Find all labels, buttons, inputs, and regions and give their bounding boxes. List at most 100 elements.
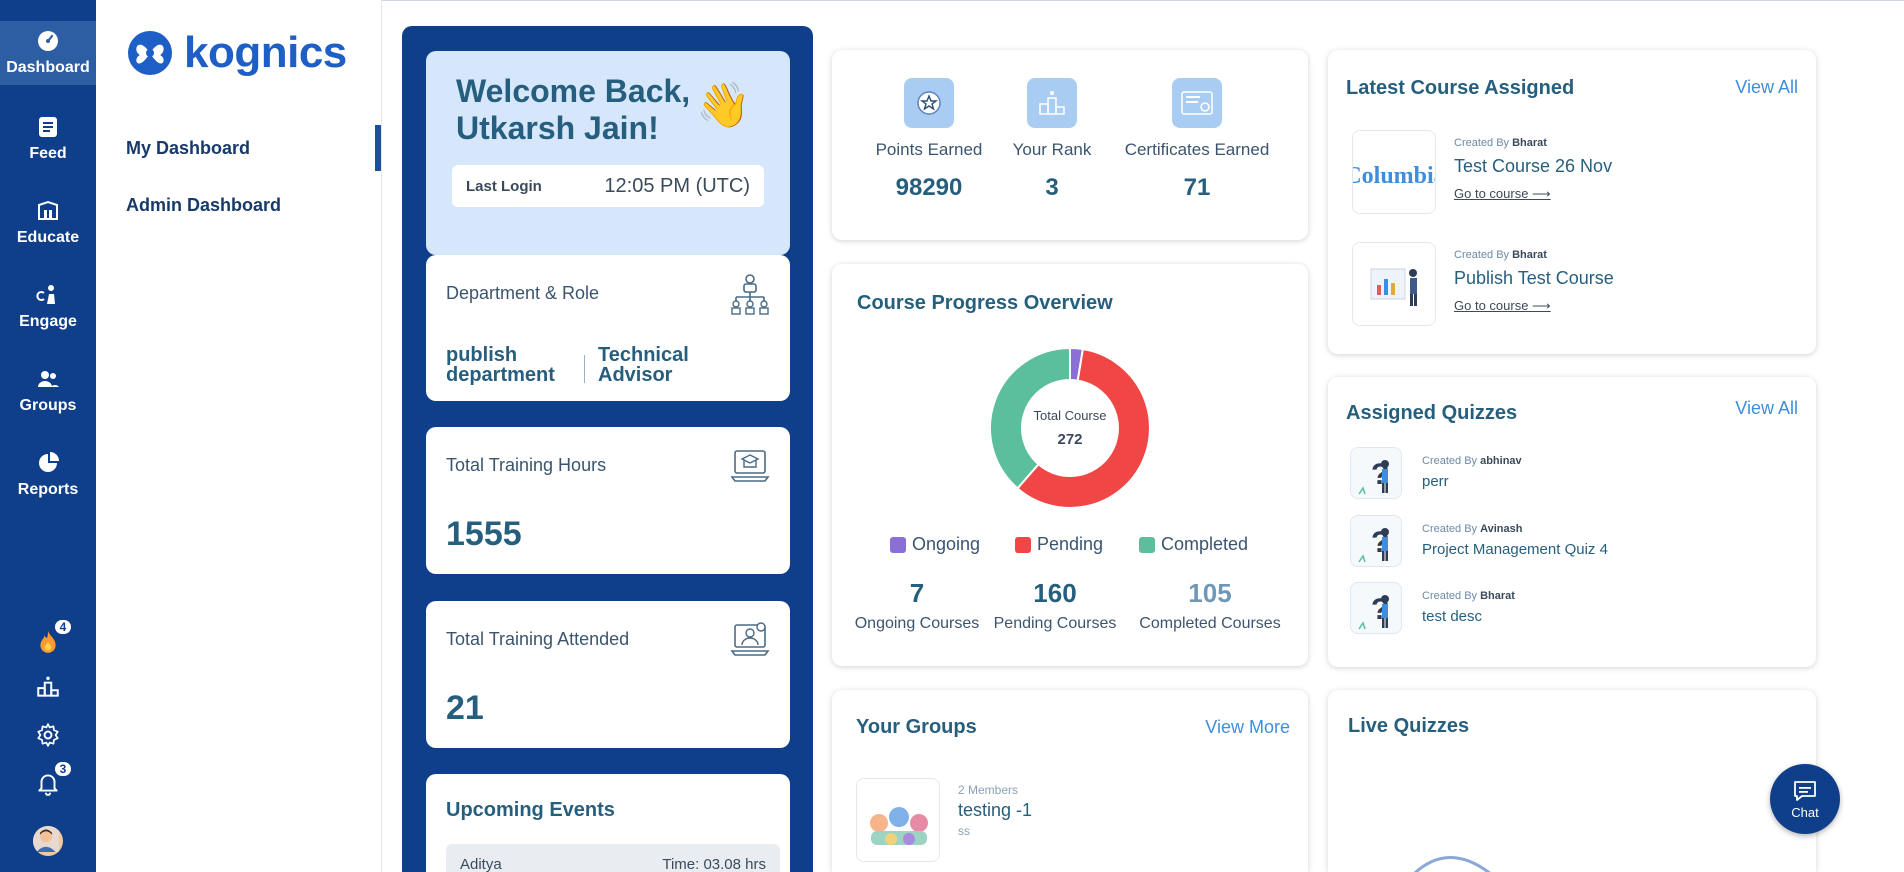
hours-value: 1555 xyxy=(446,515,522,553)
group-members: 2 Members xyxy=(958,783,1019,797)
question-person-icon: ? xyxy=(1358,458,1389,495)
count-value: 7 xyxy=(909,578,925,608)
quiz-thumbnail[interactable]: ? xyxy=(1350,582,1402,634)
active-indicator xyxy=(375,125,381,171)
creator-name: Bharat xyxy=(1512,249,1547,261)
welcome-line: Welcome Back, xyxy=(456,73,691,109)
welcome-heading: Welcome Back, Utkarsh Jain! xyxy=(456,73,696,147)
quiz-name[interactable]: test desc xyxy=(1422,608,1482,625)
count-value: 160 xyxy=(1033,578,1077,608)
chat-label: Chat xyxy=(1791,804,1819,820)
engage-icon xyxy=(36,285,55,304)
courses-view-all-link[interactable]: View All xyxy=(1735,77,1798,98)
dept-line: publish xyxy=(446,344,518,366)
subnav-admin-dashboard[interactable]: Admin Dashboard xyxy=(126,195,281,216)
department-value: publish department xyxy=(446,345,555,385)
course-thumbnail-publish[interactable] xyxy=(1352,242,1436,326)
quiz-name[interactable]: Project Management Quiz 4 xyxy=(1422,541,1608,558)
live-quizzes-title: Live Quizzes xyxy=(1348,715,1470,737)
events-title: Upcoming Events xyxy=(446,799,615,821)
legend-swatch xyxy=(1139,536,1155,553)
leaderboard-button[interactable] xyxy=(0,670,96,704)
avatar xyxy=(33,826,63,856)
legend-swatch xyxy=(890,536,906,553)
legend-completed: Completed xyxy=(1139,534,1248,555)
profile-avatar-button[interactable] xyxy=(0,824,96,858)
progress-title: Course Progress Overview xyxy=(857,292,1113,314)
latest-courses-card: Latest Course Assigned View All Columbia… xyxy=(1328,50,1816,354)
course-progress-card: Course Progress Overview Total Course 27… xyxy=(832,264,1308,666)
certificate-icon xyxy=(1172,78,1222,128)
streak-button[interactable]: 4 xyxy=(0,618,96,660)
icon-rail: Dashboard Feed Educate Engage Groups Rep… xyxy=(0,0,96,872)
rank-stat: Your Rank 3 xyxy=(992,50,1112,202)
welcome-card: Welcome Back, Utkarsh Jain! 👋 Last Login… xyxy=(426,51,790,255)
question-person-icon: ? xyxy=(1358,593,1389,630)
stat-value: 98290 xyxy=(895,174,963,201)
chat-button[interactable]: Chat xyxy=(1770,764,1840,834)
attended-title: Total Training Attended xyxy=(446,629,630,649)
stat-label: Your Rank xyxy=(1012,140,1092,159)
creator-name: Bharat xyxy=(1512,137,1547,149)
quiz-name[interactable]: perr xyxy=(1422,473,1449,490)
rail-item-educate[interactable]: Educate xyxy=(0,192,96,254)
groups-view-more-link[interactable]: View More xyxy=(1205,717,1290,738)
logo-mark-icon xyxy=(128,31,172,75)
notification-badge: 3 xyxy=(53,760,73,778)
creator-name: abhinav xyxy=(1480,455,1522,467)
rail-item-feed[interactable]: Feed xyxy=(0,108,96,170)
settings-button[interactable] xyxy=(0,718,96,752)
assigned-quizzes-card: Assigned Quizzes View All ? Created By a… xyxy=(1328,377,1816,667)
role-value: Technical Advisor xyxy=(598,345,689,385)
rail-label: Reports xyxy=(17,481,79,498)
quiz-thumbnail[interactable]: ? xyxy=(1350,447,1402,499)
ongoing-count: 7 Ongoing Courses xyxy=(842,578,992,633)
go-to-course-link[interactable]: Go to course ⟶ xyxy=(1454,186,1551,202)
gear-icon xyxy=(37,723,59,747)
donut-center-value: 272 xyxy=(1057,431,1083,448)
go-to-course-link[interactable]: Go to course ⟶ xyxy=(1454,298,1551,314)
kognics-logo[interactable]: kognics xyxy=(124,28,347,78)
certificates-stat: Certificates Earned 71 xyxy=(1107,50,1287,202)
quiz-created-by: Created By abhinav xyxy=(1422,455,1522,467)
course-thumbnail-columbia[interactable]: Columbia xyxy=(1352,130,1436,214)
feed-icon xyxy=(39,117,57,137)
completed-count: 105 Completed Courses xyxy=(1125,578,1295,633)
course-created-by: Created By Bharat xyxy=(1454,137,1547,149)
course-name[interactable]: Test Course 26 Nov xyxy=(1454,156,1612,177)
empty-state-illustration xyxy=(1413,856,1491,872)
creator-name: Bharat xyxy=(1480,590,1515,602)
video-session-icon xyxy=(730,622,770,656)
stats-card: Points Earned 98290 Your Rank 3 Certific… xyxy=(832,50,1308,240)
subnav-my-dashboard[interactable]: My Dashboard xyxy=(126,138,250,159)
legend-label: Completed xyxy=(1161,534,1249,554)
donut-center-label: Total Course xyxy=(1033,408,1107,423)
training-attended-card: Total Training Attended 21 xyxy=(426,601,790,748)
training-hours-card: Total Training Hours 1555 xyxy=(426,427,790,574)
event-time: Time: 03.08 hrs xyxy=(662,855,766,872)
star-badge-icon xyxy=(904,78,954,128)
rail-item-engage[interactable]: Engage xyxy=(0,276,96,338)
role-line: Advisor xyxy=(598,364,673,386)
podium-icon xyxy=(1027,78,1077,128)
count-label: Pending Courses xyxy=(993,615,1117,632)
quizzes-view-all-link[interactable]: View All xyxy=(1735,398,1798,419)
event-row[interactable]: Aditya Time: 03.08 hrs xyxy=(446,844,780,872)
your-groups-card: Your Groups View More 2 Members testing … xyxy=(832,690,1308,872)
rail-item-reports[interactable]: Reports xyxy=(0,444,96,506)
points-earned-stat: Points Earned 98290 xyxy=(854,50,1004,202)
rail-label: Engage xyxy=(19,313,77,330)
secondary-nav: kognics My Dashboard Admin Dashboard xyxy=(96,0,382,872)
question-person-icon: ? xyxy=(1358,526,1389,563)
rail-item-groups[interactable]: Groups xyxy=(0,360,96,422)
quiz-thumbnail[interactable]: ? xyxy=(1350,515,1402,567)
rail-label: Educate xyxy=(16,229,80,246)
pending-count: 160 Pending Courses xyxy=(980,578,1130,633)
dept-line: department xyxy=(446,364,555,386)
group-name[interactable]: testing -1 xyxy=(958,800,1032,821)
course-name[interactable]: Publish Test Course xyxy=(1454,268,1614,289)
rail-label: Feed xyxy=(29,145,67,162)
group-thumbnail[interactable] xyxy=(856,778,940,862)
notifications-button[interactable]: 3 xyxy=(0,760,96,800)
rail-item-dashboard[interactable]: Dashboard xyxy=(0,21,96,85)
